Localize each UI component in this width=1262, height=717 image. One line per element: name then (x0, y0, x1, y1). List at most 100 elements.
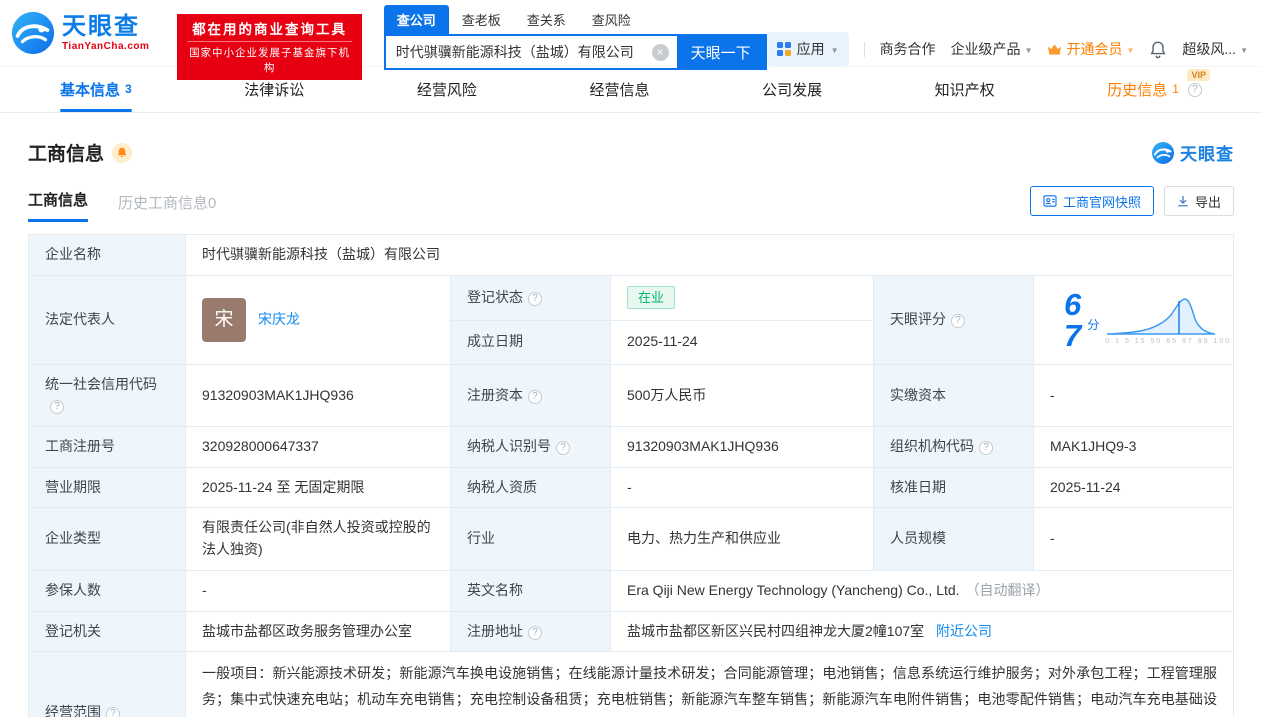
field-label: 企业名称 (45, 246, 101, 262)
help-icon[interactable]: ? (1187, 82, 1202, 97)
search-tab-risk[interactable]: 查风险 (579, 5, 644, 34)
tianyancha-logo[interactable]: 天眼查 TianYanCha.com (10, 10, 149, 56)
clear-search-icon[interactable]: × (651, 43, 669, 61)
help-icon[interactable]: ? (50, 400, 64, 415)
snapshot-button-label: 工商官网快照 (1062, 194, 1141, 210)
subtab-business-info[interactable]: 工商信息 (28, 189, 89, 222)
tab-label: 历史信息 (1107, 82, 1168, 99)
table-row: 统一社会信用代码? 91320903MAK1JHQ936 注册资本? 500万人… (28, 363, 1234, 428)
nav-enterprise-products[interactable]: 企业级产品 ▼ (951, 39, 1033, 59)
field-label: 注册地址 (467, 622, 523, 639)
apps-label: 应用 (796, 41, 825, 57)
reg-address-value: 盐城市盐都区新区兴民村四组神龙大厦2幢107室 (627, 622, 925, 639)
export-button[interactable]: 导出 (1163, 186, 1234, 216)
crown-icon (1048, 43, 1062, 55)
help-icon[interactable]: ? (556, 441, 570, 456)
field-label: 实缴资本 (890, 386, 946, 403)
snapshot-icon (1043, 195, 1057, 207)
search-input[interactable] (385, 36, 652, 68)
tianyan-score[interactable]: 67 分 0 1 5 15 50 65 97 99 100 (1050, 285, 1232, 355)
official-snapshot-button[interactable]: 工商官网快照 (1029, 186, 1154, 216)
nav-super-risk[interactable]: 超级风... ▼ (1182, 39, 1248, 59)
help-icon[interactable]: ? (528, 291, 542, 306)
insured-count-value: - (185, 569, 451, 612)
company-name-value: 时代骐骥新能源科技（盐城）有限公司 (185, 234, 1234, 276)
reg-capital-value: 500万人民币 (610, 363, 874, 428)
subscribe-bell-icon[interactable] (112, 142, 133, 163)
search-tab-boss[interactable]: 查老板 (449, 5, 514, 34)
reg-number-value: 320928000647337 (185, 426, 451, 468)
search-area: 查公司 查老板 查关系 查风险 × 天眼一下 (383, 5, 767, 70)
subtab-row: 工商信息 历史工商信息0 工商官网快照 导出 (28, 186, 1234, 222)
tab-basic-info[interactable]: 基本信息 3 (60, 67, 132, 112)
logo-domain-text: TianYanCha.com (62, 40, 150, 52)
tab-legal-litigation[interactable]: 法律诉讼 (244, 67, 304, 112)
download-icon (1178, 195, 1188, 207)
header-right-nav: 应用 ▼ 商务合作 企业级产品 ▼ 开通会员 ▼ 超级风... ▼ (766, 32, 1248, 66)
legal-rep-name-link[interactable]: 宋庆龙 (258, 309, 300, 331)
field-label: 纳税人识别号 (467, 438, 551, 455)
search-button[interactable]: 天眼一下 (676, 36, 765, 68)
apps-menu[interactable]: 应用 ▼ (766, 32, 849, 66)
tab-company-development[interactable]: 公司发展 (762, 67, 822, 112)
tab-intellectual-property[interactable]: 知识产权 (935, 67, 995, 112)
table-row: 法定代表人 宋 宋庆龙 登记状态? 在业 天眼评分? 67 分 0 1 5 15… (28, 274, 1234, 365)
table-row: 参保人数 - 英文名称 Era Qiji New Energy Technolo… (28, 569, 1234, 612)
table-row: 营业期限 2025-11-24 至 无固定期限 纳税人资质 - 核准日期 202… (28, 466, 1234, 509)
search-tab-company[interactable]: 查公司 (383, 5, 449, 34)
score-unit: 分 (1087, 318, 1100, 333)
table-row: 工商注册号 320928000647337 纳税人识别号? 91320903MA… (28, 426, 1234, 468)
field-label: 登记机关 (45, 622, 101, 639)
legal-rep-avatar[interactable]: 宋 (202, 297, 246, 342)
chevron-down-icon: ▼ (1126, 45, 1135, 55)
field-label: 登记状态 (467, 288, 523, 305)
industry-value: 电力、热力生产和供应业 (610, 507, 874, 571)
help-icon[interactable]: ? (951, 313, 965, 328)
tab-operation-risk[interactable]: 经营风险 (417, 67, 477, 112)
subtab-history-business-info[interactable]: 历史工商信息0 (118, 192, 216, 222)
tab-history-info[interactable]: VIP 历史信息 1 ? (1107, 67, 1210, 112)
tab-label: 知识产权 (934, 82, 995, 99)
field-label: 企业类型 (45, 530, 101, 547)
nav-open-vip[interactable]: 开通会员 ▼ (1047, 39, 1134, 59)
watermark-logo: 天眼查 (1151, 140, 1234, 165)
table-row: 企业名称 时代骐骥新能源科技（盐城）有限公司 (28, 234, 1234, 276)
field-label: 英文名称 (467, 581, 523, 598)
establish-date-value: 2025-11-24 (610, 319, 874, 365)
export-button-label: 导出 (1194, 194, 1221, 210)
help-icon[interactable]: ? (528, 625, 542, 640)
field-label: 统一社会信用代码 (45, 375, 157, 392)
field-label: 工商注册号 (45, 438, 115, 455)
taxpayer-id-value: 91320903MAK1JHQ936 (610, 426, 874, 468)
taxpayer-quality-value: - (610, 466, 874, 509)
tab-count: 3 (125, 81, 132, 96)
chevron-down-icon: ▼ (830, 45, 839, 55)
staff-size-value: - (1033, 507, 1234, 571)
enterprise-label: 企业级产品 (950, 41, 1021, 57)
english-name-value: Era Qiji New Energy Technology (Yancheng… (627, 581, 960, 598)
field-label: 组织机构代码 (890, 438, 974, 455)
notification-bell-icon[interactable] (1149, 40, 1167, 59)
company-type-value: 有限责任公司(非自然人投资或控股的法人独资) (185, 507, 451, 571)
tab-label: 经营风险 (416, 82, 477, 99)
tab-operation-info[interactable]: 经营信息 (589, 67, 649, 112)
search-tab-relation[interactable]: 查关系 (514, 5, 579, 34)
help-icon[interactable]: ? (106, 707, 120, 717)
search-tabs: 查公司 查老板 查关系 查风险 (383, 5, 767, 34)
vip-badge: VIP (1187, 69, 1210, 81)
nearby-companies-link[interactable]: 附近公司 (936, 623, 992, 639)
chevron-down-icon: ▼ (1240, 45, 1248, 55)
help-icon[interactable]: ? (528, 389, 542, 404)
chevron-down-icon: ▼ (1024, 45, 1033, 55)
table-row: 企业类型 有限责任公司(非自然人投资或控股的法人独资) 行业 电力、热力生产和供… (28, 507, 1234, 571)
field-label: 成立日期 (467, 333, 523, 350)
super-risk-label: 超级风... (1182, 41, 1237, 57)
score-axis-labels: 0 1 5 15 50 65 97 99 100 (1105, 338, 1232, 346)
nav-cooperation[interactable]: 商务合作 (880, 39, 936, 59)
tab-label: 法律诉讼 (244, 82, 305, 99)
field-label: 人员规模 (890, 530, 946, 547)
table-row: 登记机关 盐城市盐都区政务服务管理办公室 注册地址? 盐城市盐都区新区兴民村四组… (28, 610, 1234, 653)
help-icon[interactable]: ? (979, 441, 993, 456)
credit-code-value: 91320903MAK1JHQ936 (185, 363, 451, 428)
slogan-line1: 都在用的商业查询工具 (192, 22, 348, 37)
